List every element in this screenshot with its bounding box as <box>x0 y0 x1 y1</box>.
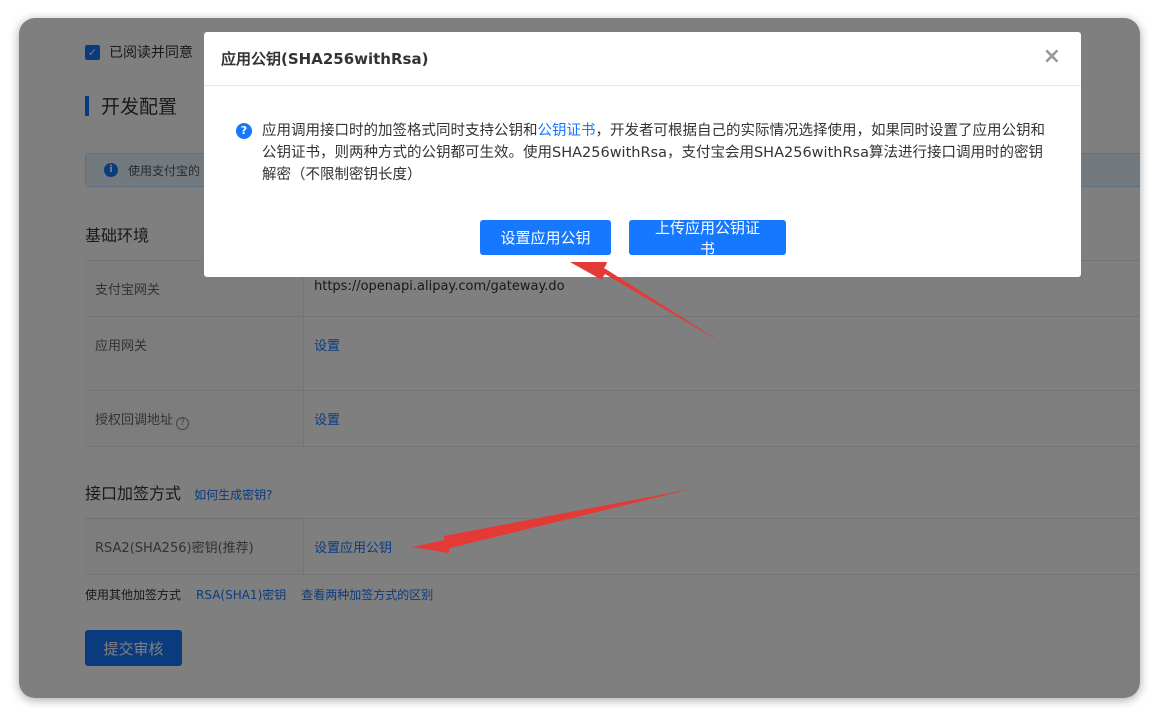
modal-body: ? 应用调用接口时的加签格式同时支持公钥和公钥证书，开发者可根据自己的实际情况选… <box>236 120 1051 186</box>
public-key-cert-link[interactable]: 公钥证书 <box>538 123 596 139</box>
modal-title: 应用公钥(SHA256withRsa) <box>221 50 429 68</box>
upload-app-cert-button[interactable]: 上传应用公钥证书 <box>629 220 786 258</box>
modal-description: 应用调用接口时的加签格式同时支持公钥和公钥证书，开发者可根据自己的实际情况选择使… <box>262 120 1051 186</box>
close-icon[interactable]: × <box>1043 46 1061 68</box>
modal-buttons: 设置应用公钥 上传应用公钥证书 <box>480 220 786 258</box>
public-key-modal: 应用公钥(SHA256withRsa) × ? 应用调用接口时的加签格式同时支持… <box>204 32 1081 277</box>
modal-header: 应用公钥(SHA256withRsa) × <box>204 32 1081 86</box>
app-window: ✓ 已阅读并同意 开发配置 i 使用支付宝的 基础环境 支付宝网关 https:… <box>19 18 1140 698</box>
question-icon: ? <box>236 123 252 139</box>
set-app-public-key-button[interactable]: 设置应用公钥 <box>480 220 611 255</box>
modal-text-prefix: 应用调用接口时的加签格式同时支持公钥和 <box>262 123 538 139</box>
